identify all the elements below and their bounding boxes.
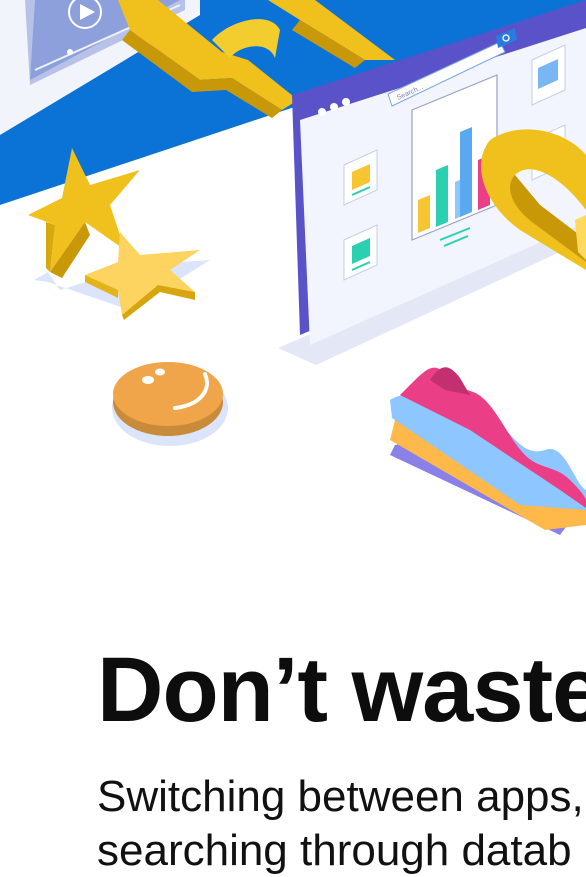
wave-chart-graphic — [390, 367, 586, 535]
subtext-line-1: Switching between apps, — [97, 772, 584, 821]
hero-illustration: Search... — [0, 0, 586, 535]
subtext: Switching between apps, searching throug… — [97, 770, 584, 877]
smiley-coin-icon — [112, 362, 228, 446]
subtext-line-2: searching through datab — [97, 825, 572, 875]
headline: Don’t waste — [97, 639, 586, 741]
